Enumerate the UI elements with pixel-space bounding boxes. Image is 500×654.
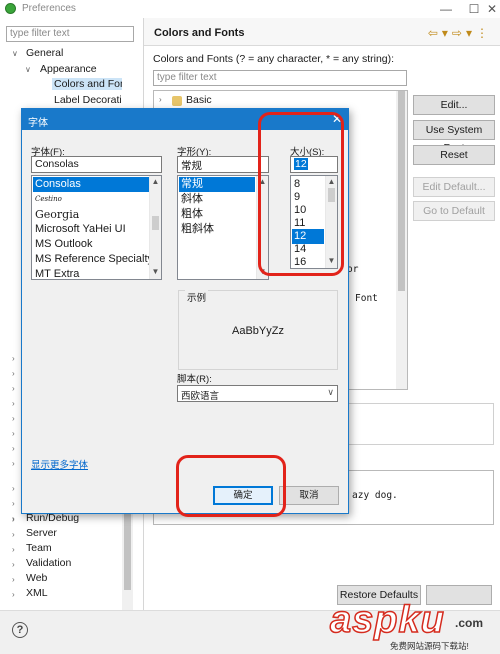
chevron-right-icon[interactable]: ›: [12, 459, 15, 468]
list-item[interactable]: Microsoft YaHei UI: [33, 222, 126, 237]
window-title: Preferences: [22, 3, 76, 14]
list-item[interactable]: 粗体: [179, 207, 203, 222]
minimize-icon[interactable]: —: [432, 0, 460, 18]
tree-item-colors-and-fonts[interactable]: Colors and Fonts: [52, 78, 122, 90]
list-item[interactable]: 斜体: [179, 192, 203, 207]
chevron-right-icon[interactable]: ›: [12, 499, 15, 508]
close-window-icon[interactable]: ✕: [478, 0, 500, 18]
list-item[interactable]: 粗斜体: [179, 222, 214, 237]
colors-filter-input[interactable]: type filter text: [153, 70, 407, 86]
sample-group: 示例 AaBbYyZz: [178, 290, 338, 370]
chevron-right-icon[interactable]: ›: [12, 444, 15, 453]
chevron-right-icon[interactable]: ›: [12, 590, 15, 599]
eclipse-logo-icon: [5, 3, 16, 14]
page-header: Colors and Fonts ⇦▾⇨▾⋮: [144, 18, 500, 46]
scrollbar-thumb[interactable]: [398, 91, 405, 291]
list-item[interactable]: MT Extra: [33, 267, 79, 279]
cancel-button[interactable]: 取消: [279, 486, 339, 505]
chevron-right-icon[interactable]: ›: [12, 354, 15, 363]
watermark-brand: aspku: [329, 599, 445, 641]
dialog-title: 字体: [28, 118, 48, 129]
edit-default-button[interactable]: Edit Default...: [413, 177, 495, 197]
description-box: [347, 403, 494, 445]
chevron-right-icon[interactable]: ›: [12, 560, 15, 569]
script-select-value: 西欧语言: [181, 391, 220, 402]
chevron-right-icon[interactable]: ›: [12, 530, 15, 539]
font-input[interactable]: Consolas: [31, 156, 162, 173]
list-item[interactable]: Cestino: [33, 192, 62, 207]
chevron-up-icon[interactable]: ▲: [150, 177, 161, 186]
sample-text: AaBbYyZz: [232, 325, 284, 337]
ok-highlight-annotation: [176, 455, 286, 517]
page-title: Colors and Fonts: [154, 27, 245, 39]
chevron-right-icon[interactable]: ›: [12, 484, 15, 493]
list-item[interactable]: MS Outlook: [33, 237, 92, 252]
tree-item-label-decorations[interactable]: Label Decorations: [54, 94, 122, 106]
sidebar-filter-input[interactable]: type filter text: [6, 26, 134, 42]
preview-text: azy dog.: [352, 490, 398, 501]
watermark-tagline: 免费网站源码下载站!: [390, 641, 469, 651]
chevron-right-icon[interactable]: ›: [12, 575, 15, 584]
chevron-down-icon: ∨: [327, 387, 334, 397]
list-item[interactable]: Georgia: [33, 207, 79, 222]
list-item[interactable]: Consolas: [33, 177, 149, 192]
chevron-right-icon[interactable]: ›: [12, 429, 15, 438]
style-input[interactable]: 常规: [177, 156, 269, 173]
chevron-down-icon[interactable]: ∨: [12, 49, 18, 58]
watermark: aspku .com 免费网站源码下载站!: [329, 599, 498, 654]
chevron-down-icon[interactable]: ▼: [150, 267, 161, 276]
sample-label: 示例: [185, 290, 209, 304]
tree-item-xml[interactable]: XML: [26, 587, 48, 599]
tree-item-basic[interactable]: Basic: [186, 94, 212, 106]
chevron-right-icon[interactable]: ›: [12, 399, 15, 408]
use-system-font-button[interactable]: Use System Font: [413, 120, 495, 154]
tree-text-fragment: Font: [355, 293, 378, 304]
chevron-right-icon[interactable]: ›: [12, 515, 15, 524]
tree-item-web[interactable]: Web: [26, 572, 47, 584]
tree-item-server[interactable]: Server: [26, 527, 57, 539]
edit-button[interactable]: Edit...: [413, 95, 495, 115]
list-item[interactable]: 常规: [179, 177, 255, 192]
scrollbar-thumb[interactable]: [124, 510, 131, 590]
tree-item-validation[interactable]: Validation: [26, 557, 71, 569]
font-list[interactable]: Consolas Cestino Georgia Microsoft YaHei…: [31, 175, 162, 280]
show-more-fonts-link[interactable]: 显示更多字体: [31, 457, 88, 471]
chevron-right-icon[interactable]: ›: [12, 384, 15, 393]
chevron-right-icon[interactable]: ›: [12, 414, 15, 423]
chevron-right-icon[interactable]: ›: [159, 95, 162, 104]
script-label: 脚本(R):: [177, 374, 212, 385]
chevron-right-icon[interactable]: ›: [12, 369, 15, 378]
filter-label: Colors and Fonts (? = any character, * =…: [153, 53, 395, 65]
font-list-scrollbar[interactable]: ▲ ▼: [149, 176, 161, 279]
scrollbar-thumb[interactable]: [152, 216, 159, 230]
tree-item-team[interactable]: Team: [26, 542, 52, 554]
tree-item-general[interactable]: General: [26, 47, 63, 59]
size-highlight-annotation: [258, 112, 344, 276]
reset-button[interactable]: Reset: [413, 145, 495, 165]
title-bar: Preferences — ☐ ✕: [0, 0, 500, 18]
list-item[interactable]: MS Reference Specialty: [33, 252, 153, 267]
script-select[interactable]: 西欧语言 ∨: [177, 385, 338, 402]
back-forward-icon[interactable]: ⇦▾⇨▾⋮: [428, 26, 492, 40]
go-to-default-button[interactable]: Go to Default: [413, 201, 495, 221]
colors-scrollbar[interactable]: [396, 91, 407, 389]
tree-item-appearance[interactable]: Appearance: [40, 63, 97, 75]
help-icon[interactable]: ?: [12, 622, 28, 638]
sidebar-scrollbar[interactable]: [122, 510, 133, 610]
chevron-down-icon[interactable]: ∨: [25, 65, 31, 74]
chevron-right-icon[interactable]: ›: [12, 545, 15, 554]
folder-icon: [172, 96, 182, 106]
style-list[interactable]: 常规 斜体 粗体 粗斜体 ▲ ▼: [177, 175, 269, 280]
watermark-suffix: .com: [455, 616, 484, 630]
